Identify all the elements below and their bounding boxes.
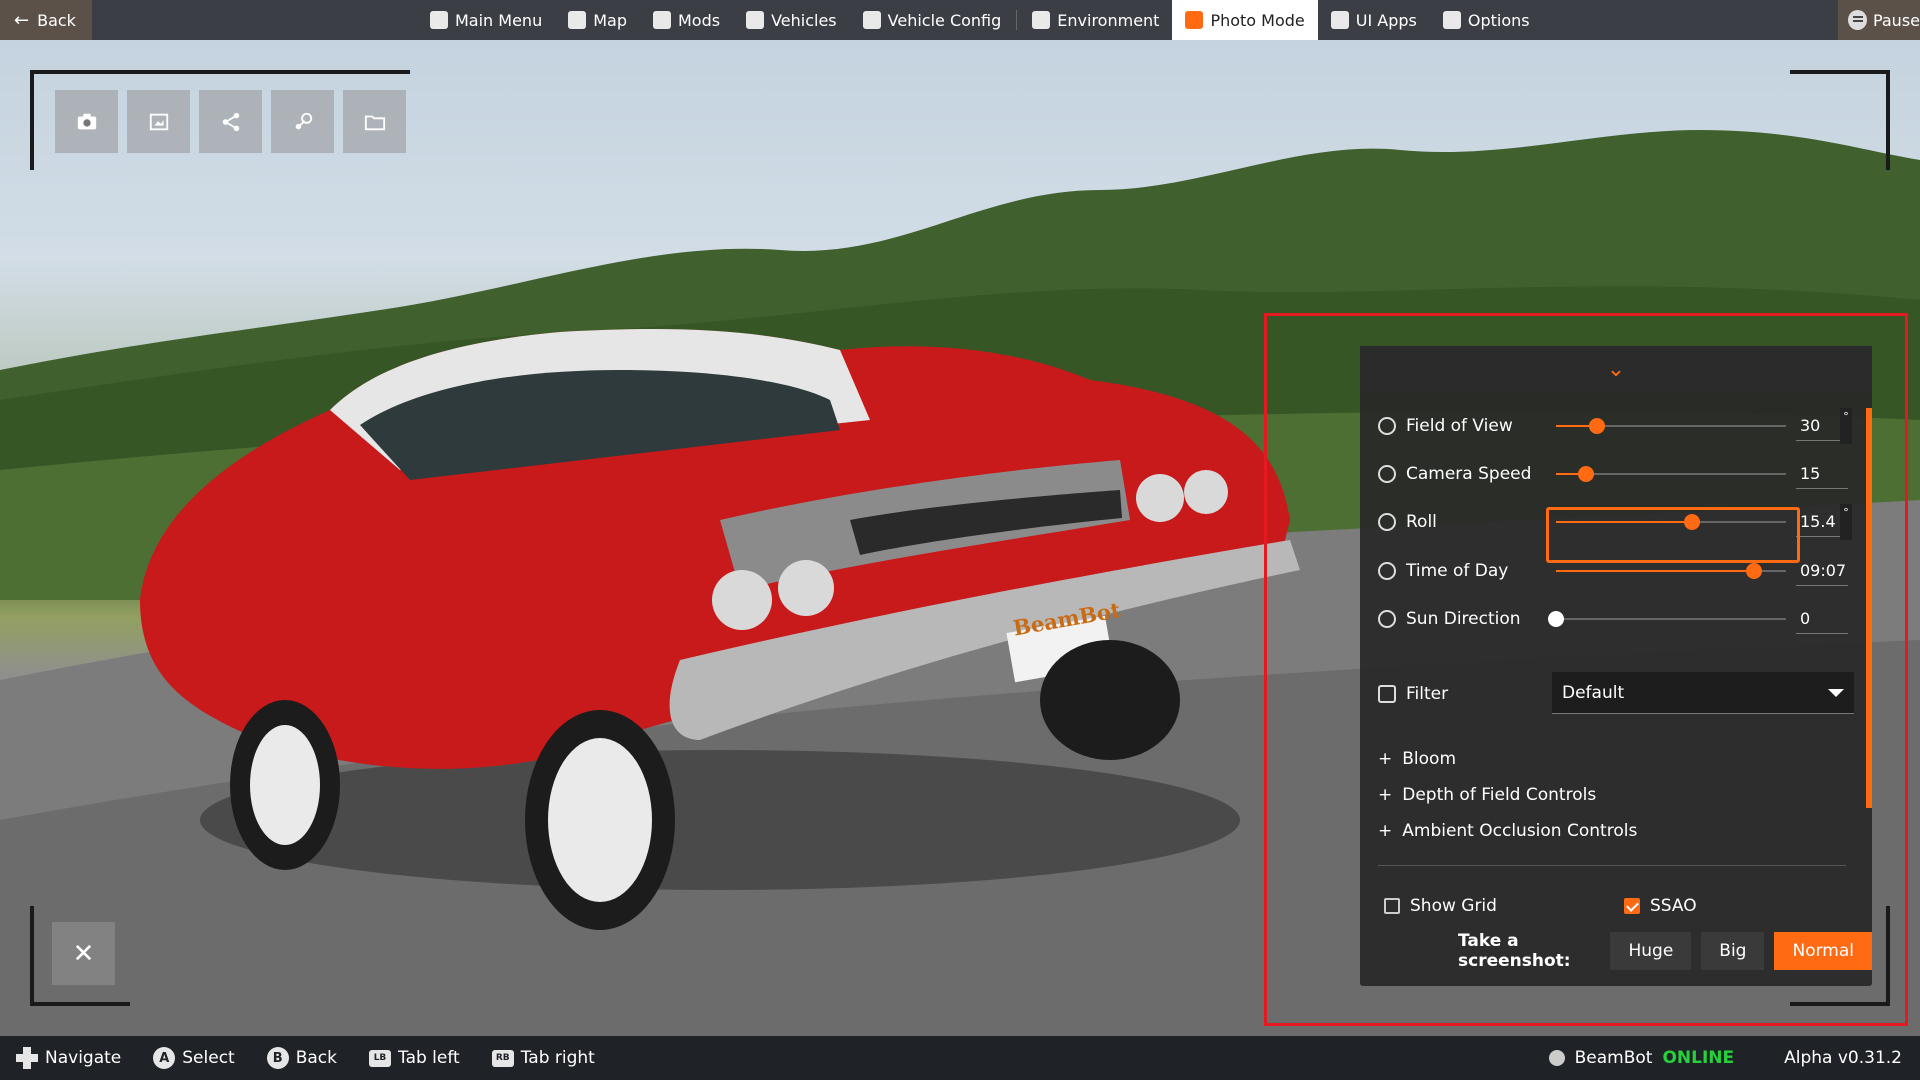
hint-navigate: Navigate [16,1047,121,1069]
hint-label: Tab right [520,1048,595,1068]
beamng-photo-mode: BeamBot ← Back Main Menu Map Mods Vehicles V… [0,0,1920,1080]
weather-icon [1032,11,1051,29]
dpad-icon [16,1047,38,1069]
steam-icon [1548,1050,1565,1066]
frame-button[interactable] [127,90,190,153]
frame-corner-top-right [1790,70,1890,170]
camera-icon [1185,11,1204,29]
tab-map[interactable]: Map [555,0,640,40]
hint-label: Navigate [45,1048,122,1068]
tab-label: Mods [677,10,721,30]
frame-icon [149,113,168,130]
tab-label: Vehicles [771,10,837,30]
top-menu-bar: ← Back Main Menu Map Mods Vehicles Vehicle C… [0,0,1920,40]
pause-label: Pause [1872,10,1920,30]
tab-label: Options [1467,10,1530,30]
tab-label: Environment [1057,10,1160,30]
hint-select: A Select [153,1047,235,1069]
ui-apps-icon [1330,11,1349,29]
main-menu-icon [430,11,448,29]
open-folder-button[interactable] [343,90,406,153]
close-icon: ✕ [72,938,95,969]
hint-tab-right: RB Tab right [491,1048,595,1068]
tab-options[interactable]: Options [1430,0,1543,40]
button-a-icon: A [153,1047,176,1069]
online-status: ONLINE [1662,1048,1735,1068]
pause-menu-icon [1848,10,1867,30]
main-tabs: Main Menu Map Mods Vehicles Vehicle Config En… [417,0,1543,40]
tab-photo-mode[interactable]: Photo Mode [1172,0,1318,40]
sliders-icon [1442,11,1461,29]
tab-label: Main Menu [455,10,543,30]
tab-label: UI Apps [1355,10,1417,30]
annotation-highlight-box [1264,313,1908,1026]
camera-icon [77,113,96,129]
button-lb-icon: LB [369,1049,391,1067]
game-version: Alpha v0.31.2 [1784,1048,1902,1068]
take-photo-button[interactable] [55,90,118,153]
status-area: BeamBot ONLINE Alpha v0.31.2 [1548,1036,1902,1080]
photo-toolbar [55,90,406,153]
tab-label: Map [593,10,627,30]
steam-upload-button[interactable] [271,90,334,153]
hint-label: Tab left [398,1048,460,1068]
tab-main-menu[interactable]: Main Menu [417,0,555,40]
share-button[interactable] [199,90,262,153]
steam-icon [295,112,312,129]
tab-mods[interactable]: Mods [640,0,733,40]
pause-button[interactable]: Pause [1838,0,1920,40]
menu-separator [1016,10,1018,30]
tab-label: Vehicle Config [887,10,1002,30]
arrow-left-icon: ← [14,9,30,31]
controller-hint-bar: Navigate A Select B Back LB Tab left RB Tab righ… [0,1036,1920,1080]
hint-label: Select [182,1048,235,1068]
username: BeamBot [1574,1048,1653,1068]
folder-icon [364,115,385,130]
puzzle-icon [652,11,671,29]
hint-back: B Back [266,1047,337,1069]
engine-icon [862,11,881,29]
close-photo-mode-button[interactable]: ✕ [52,922,115,985]
back-button[interactable]: ← Back [0,0,92,40]
share-icon [222,112,239,131]
map-icon [568,11,587,29]
button-rb-icon: RB [491,1049,514,1067]
hint-label: Back [295,1048,337,1068]
back-label: Back [37,10,76,30]
tab-ui-apps[interactable]: UI Apps [1318,0,1430,40]
button-b-icon: B [266,1047,289,1069]
tab-vehicles[interactable]: Vehicles [733,0,850,40]
hint-tab-left: LB Tab left [369,1048,460,1068]
car-icon [746,11,765,29]
tab-environment[interactable]: Environment [1019,0,1172,40]
tab-label: Photo Mode [1210,10,1305,30]
tab-vehicle-config[interactable]: Vehicle Config [850,0,1015,40]
